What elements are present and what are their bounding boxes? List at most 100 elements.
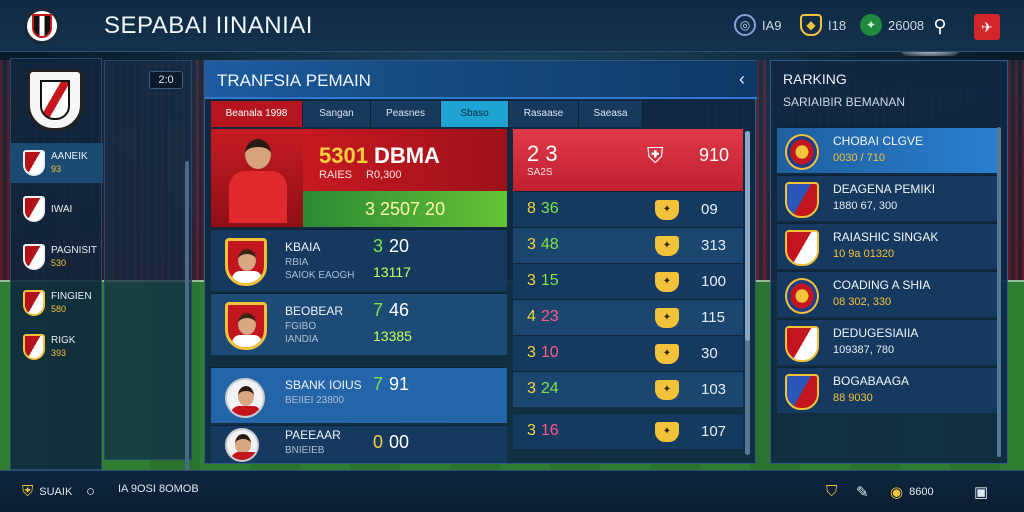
trophy-icon: ✦ bbox=[655, 344, 679, 364]
footer-edit-button[interactable]: ✎ bbox=[856, 483, 869, 501]
trophy-icon: ✦ bbox=[655, 236, 679, 256]
player-row[interactable]: KBAIA RBIA SAIOK EAOGH 3 20 13117 bbox=[211, 229, 507, 291]
stat-globe[interactable]: ◎ IA9 bbox=[734, 14, 782, 36]
scrollbar-thumb[interactable] bbox=[745, 131, 750, 341]
stat-value: 3 bbox=[527, 422, 536, 439]
player-age: 20 bbox=[389, 236, 410, 256]
stat-value: IA9 bbox=[762, 17, 782, 33]
footer-center-label: IA 9OSI 8OMOB bbox=[118, 483, 199, 495]
sidebar-item-sub: 393 bbox=[51, 348, 67, 358]
player-row[interactable]: PAEEAAR BNIEIEB 0 00 bbox=[211, 425, 507, 463]
sidebar-item[interactable]: PAGNISIT 530 bbox=[11, 237, 103, 277]
stat-row[interactable]: 3 10 ✦ 30 bbox=[513, 335, 743, 371]
coin-icon: ✦ bbox=[860, 14, 882, 36]
stat-value: 15 bbox=[540, 272, 559, 289]
edit-icon: ✎ bbox=[856, 484, 869, 501]
club-name: DEDUGESIAIIA bbox=[833, 326, 919, 340]
player-sub: BEIIEI 23800 bbox=[285, 395, 344, 406]
club-crest-icon bbox=[785, 230, 819, 266]
stat-row[interactable]: 3 48 ✦ 313 bbox=[513, 227, 743, 263]
sidebar-item-sub: 580 bbox=[51, 304, 67, 314]
sidebar-item-label: RIGK bbox=[51, 335, 76, 346]
player-avatar-icon bbox=[225, 238, 267, 286]
stat-value: 107 bbox=[701, 423, 727, 440]
ranking-item[interactable]: RAIASHIC SINGAK 10 9a 01320 bbox=[777, 223, 999, 269]
sidebar-item-label: IWAI bbox=[51, 203, 73, 215]
club-logo-icon[interactable] bbox=[24, 8, 60, 44]
ranking-item[interactable]: BOGABAAGA 88 9030 bbox=[777, 367, 999, 413]
trophy-icon: ✦ bbox=[655, 308, 679, 328]
stat-row[interactable]: 3 24 ✦ 103 bbox=[513, 371, 743, 407]
stat-coins[interactable]: ✦ 26008 bbox=[860, 14, 924, 36]
tab[interactable]: Sangan bbox=[303, 101, 371, 127]
footer-chart-button[interactable]: ▣ bbox=[974, 483, 988, 501]
tab[interactable]: Peasnes bbox=[371, 101, 441, 127]
ranking-panel: RARKING SARIAIBIR BEMANAN CHOBAI CLGVE 0… bbox=[770, 60, 1008, 464]
stat-row[interactable]: 8 36 ✦ 09 bbox=[513, 191, 743, 227]
transfer-panel: TRANFSIА PEMAIN ‹ Beanala 1998 Sangan Pe… bbox=[204, 60, 757, 464]
player-value: 13117 bbox=[373, 264, 411, 280]
sidebar: AANEIK 93 IWAI PAGNISIT 530 FINGIEN 580 RIG… bbox=[10, 58, 103, 470]
featured-rating: 3 2507 20 bbox=[365, 199, 446, 219]
player-sub: FGIBO bbox=[285, 321, 317, 332]
secondary-column: 2:0 bbox=[104, 60, 192, 511]
club-value: 08 302, 330 bbox=[833, 296, 892, 308]
club-name: CHOBAI CLGVE bbox=[833, 134, 924, 148]
stat-shield[interactable]: ◆ I18 bbox=[800, 14, 846, 36]
sidebar-item-sub: 93 bbox=[51, 164, 62, 174]
ranking-item[interactable]: DEAGENA PEMIKI 1880 67, 300 bbox=[777, 175, 999, 221]
stat-row[interactable]: 3 16 ✦ 107 bbox=[513, 413, 743, 449]
player-row[interactable]: SBANK IOIUS BEIIEI 23800 7 91 bbox=[211, 367, 507, 423]
chevron-left-icon[interactable]: ‹ bbox=[739, 69, 745, 90]
club-value: 88 9030 bbox=[833, 392, 873, 404]
stat-row[interactable]: 4 23 ✦ 115 bbox=[513, 299, 743, 335]
trophy-icon: ⛉ bbox=[826, 483, 838, 500]
bottom-bar: ⛨ SUAIK ○ IA 9OSI 8OMOB ⛉ ✎ ◉ 8600 ▣ bbox=[0, 470, 1024, 512]
stat-value: 3 bbox=[527, 236, 536, 253]
footer-coins[interactable]: ◉ 8600 bbox=[890, 483, 934, 501]
ranking-item[interactable]: COADING A SHIA 08 302, 330 bbox=[777, 271, 999, 317]
stat-value: 24 bbox=[540, 380, 559, 397]
ranking-item[interactable]: DEDUGESIAIIA 109387, 780 bbox=[777, 319, 999, 365]
search-icon[interactable]: ⚲ bbox=[928, 14, 952, 38]
stat-value: 2 3 bbox=[527, 141, 558, 166]
stat-row[interactable]: 3 15 ✦ 100 bbox=[513, 263, 743, 299]
sidebar-item[interactable]: AANEIK 93 bbox=[11, 143, 103, 183]
player-rating: 7 bbox=[373, 374, 384, 394]
globe-icon: ◎ bbox=[734, 14, 756, 36]
footer-trophy-button[interactable]: ⛉ bbox=[826, 483, 837, 500]
player-sub: IANDIA bbox=[285, 334, 319, 345]
player-sub: BNIEIEB bbox=[285, 445, 325, 456]
crest-icon bbox=[23, 290, 45, 316]
score-pill[interactable]: 2:0 bbox=[149, 71, 183, 89]
scrollbar[interactable] bbox=[185, 161, 189, 511]
footer-status[interactable]: ○ bbox=[86, 483, 95, 500]
stat-value: 36 bbox=[540, 200, 559, 217]
sidebar-item[interactable]: RIGK 393 bbox=[11, 327, 103, 367]
tab[interactable]: Saeasa bbox=[579, 101, 643, 127]
player-sub: RBIA bbox=[285, 257, 309, 268]
scrollbar[interactable] bbox=[997, 127, 1001, 457]
sidebar-item[interactable]: FINGIEN 580 bbox=[11, 283, 103, 323]
footer-center-text: IA 9OSI 8OMOB bbox=[118, 483, 199, 495]
sidebar-item[interactable]: IWAI bbox=[11, 189, 103, 229]
stat-value: 8 bbox=[527, 200, 536, 217]
tab-bar: Beanala 1998 Sangan Peasnes Sbaso Rasaas… bbox=[211, 101, 643, 127]
tab[interactable]: Sbaso bbox=[441, 101, 509, 127]
sidebar-item-label: FINGIEN bbox=[51, 291, 92, 302]
ranking-item[interactable]: CHOBAI CLGVE 0030 / 710 bbox=[777, 127, 999, 173]
featured-player-card[interactable]: 5301 DBMA RAIES R0,300 3 2507 20 bbox=[211, 129, 507, 227]
footer-club-button[interactable]: ⛨ SUAIK bbox=[22, 483, 72, 500]
crest-icon: ⛨ bbox=[22, 483, 34, 500]
tab[interactable]: Beanala 1998 bbox=[211, 101, 303, 127]
exit-button[interactable]: ✈ bbox=[974, 14, 1000, 40]
crest-icon bbox=[23, 334, 45, 360]
player-row[interactable]: BEOBEAR FGIBO IANDIA 7 46 13385 bbox=[211, 293, 507, 355]
player-avatar-icon bbox=[225, 428, 259, 462]
player-age: 00 bbox=[389, 432, 410, 452]
stats-highlight-row[interactable]: 2 3 SA2S ⛨ 910 bbox=[513, 129, 743, 191]
featured-sub-value: R0,300 bbox=[366, 169, 402, 181]
tab[interactable]: Rasaase bbox=[509, 101, 579, 127]
stat-value: 100 bbox=[701, 273, 727, 290]
club-name: COADING A SHIA bbox=[833, 278, 931, 292]
